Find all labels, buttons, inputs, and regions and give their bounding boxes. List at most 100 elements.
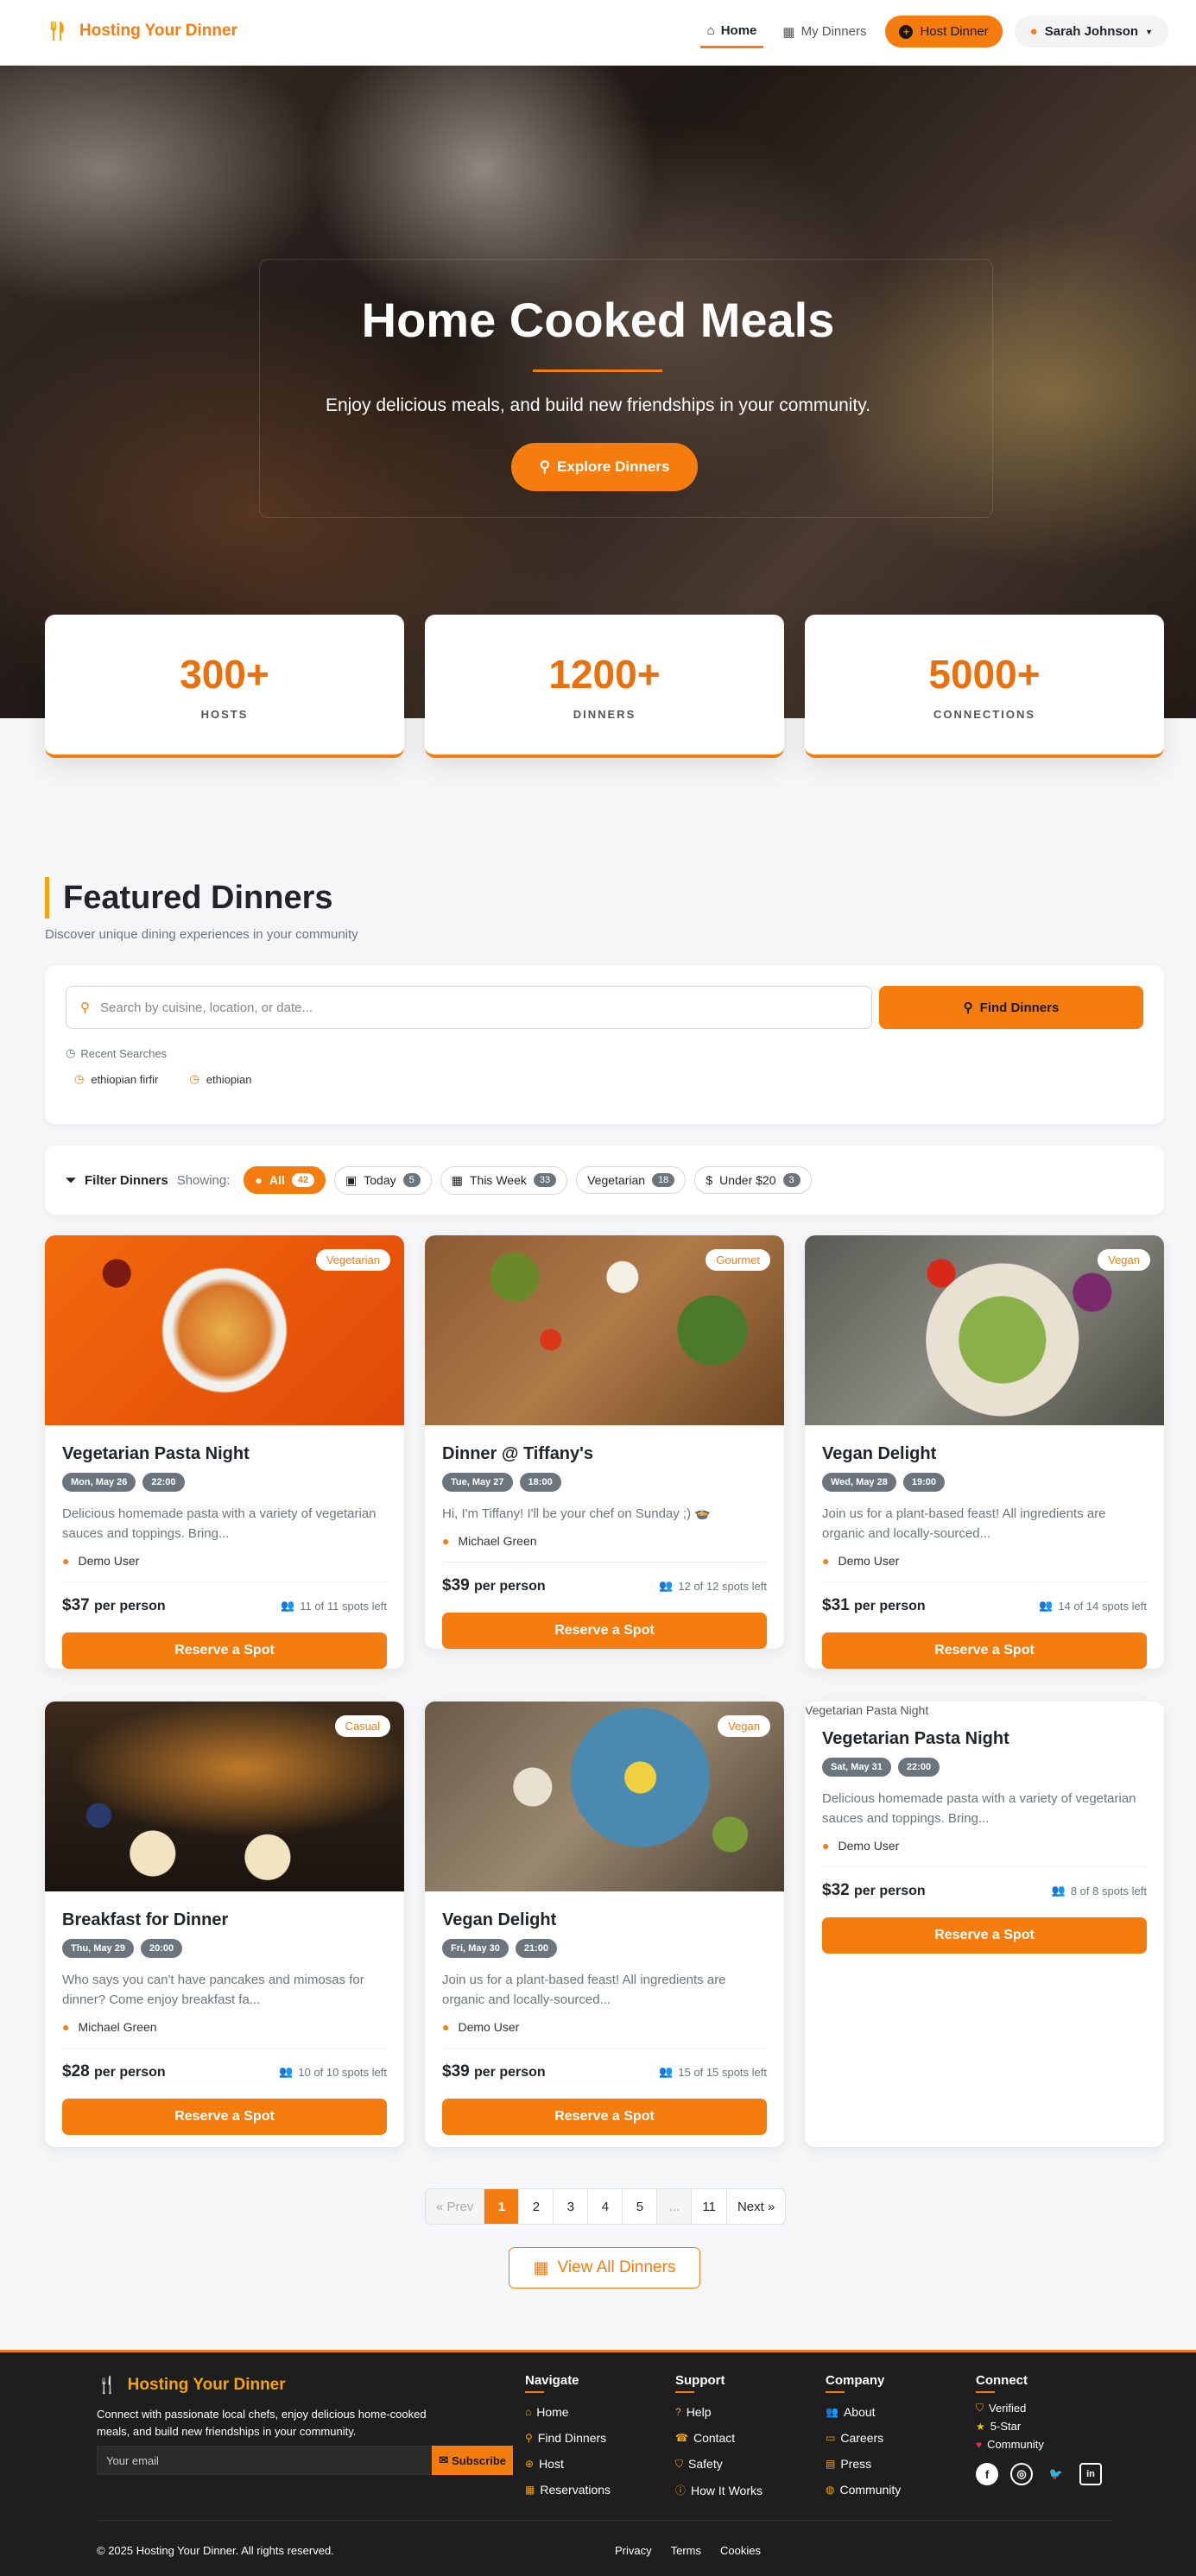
spots-text: 12 of 12 spots left (678, 1579, 767, 1593)
page-link[interactable]: 2 (519, 2189, 554, 2224)
filter-title-text: Filter Dinners (85, 1172, 168, 1188)
host-info: ● Demo User (822, 1839, 1147, 1853)
reserve-button[interactable]: Reserve a Spot (822, 1917, 1147, 1954)
dinner-title[interactable]: Vegan Delight (822, 1444, 1147, 1464)
price-amount: $28 (62, 2062, 90, 2080)
reserve-button[interactable]: Reserve a Spot (62, 2099, 387, 2135)
footer-link[interactable]: ⌂ Home (525, 2405, 611, 2419)
prev-page-button[interactable]: « Prev (426, 2189, 485, 2224)
reserve-button[interactable]: Reserve a Spot (62, 1632, 387, 1669)
host-info: ● Demo User (442, 2020, 767, 2034)
explore-dinners-button[interactable]: ⚲ Explore Dinners (511, 443, 698, 491)
dinner-card: Vegetarian Vegetarian Pasta Night Mon, M… (45, 1235, 404, 1669)
utensils-icon: 🍴 (97, 2377, 117, 2395)
category-tag: Gourmet (706, 1249, 770, 1271)
price: $28 per person (62, 2062, 166, 2081)
host-dinner-label: Host Dinner (920, 24, 989, 39)
dinner-title[interactable]: Dinner @ Tiffany's (442, 1444, 767, 1464)
reserve-button[interactable]: Reserve a Spot (442, 1613, 767, 1649)
privacy-link[interactable]: Privacy (615, 2544, 652, 2557)
dinner-title[interactable]: Vegetarian Pasta Night (62, 1444, 387, 1464)
find-dinners-label: Find Dinners (979, 1000, 1060, 1015)
price-unit: per person (473, 2065, 546, 2080)
footer-link[interactable]: ▤ Press (826, 2457, 901, 2471)
chip-label: Today (364, 1173, 396, 1187)
user-circle-icon: ● (62, 2020, 70, 2034)
chip-label: Under $20 (719, 1173, 776, 1187)
page-link[interactable]: 11 (692, 2189, 727, 2224)
price-unit: per person (853, 1599, 926, 1613)
nav-home[interactable]: ⌂ Home (699, 15, 764, 48)
globe-icon: ◍ (826, 2484, 835, 2496)
star-icon: ★ (976, 2420, 985, 2433)
subscribe-button[interactable]: ✉ Subscribe (432, 2446, 513, 2475)
page-link[interactable]: 4 (588, 2189, 623, 2224)
view-all-dinners-button[interactable]: ▦ View All Dinners (509, 2247, 700, 2289)
reserve-button[interactable]: Reserve a Spot (822, 1632, 1147, 1669)
dinner-title[interactable]: Vegan Delight (442, 1910, 767, 1930)
reserve-button[interactable]: Reserve a Spot (442, 2099, 767, 2135)
facebook-icon[interactable]: f (976, 2463, 998, 2485)
footer-link[interactable]: ⓘ How It Works (675, 2483, 763, 2497)
footer-description: Connect with passionate local chefs, enj… (97, 2408, 427, 2438)
footer-link[interactable]: 👥 About (826, 2405, 901, 2419)
nav-my-dinners[interactable]: ▦ My Dinners (775, 16, 873, 48)
navbar: Hosting Your Dinner ⌂ Home ▦ My Dinners + H… (0, 0, 1196, 66)
briefcase-icon: ▭ (826, 2432, 836, 2444)
footer-link[interactable]: ☎ Contact (675, 2431, 763, 2445)
page-link[interactable]: 3 (554, 2189, 589, 2224)
cookies-link[interactable]: Cookies (720, 2544, 761, 2557)
filter-chip-vegetarian[interactable]: Vegetarian 18 (576, 1166, 687, 1194)
price: $39 per person (442, 1576, 546, 1595)
recent-search-item[interactable]: ◷ ethiopian firfir (74, 1072, 158, 1086)
footer-link-text: Careers (840, 2431, 884, 2445)
footer-link-text: Reservations (540, 2483, 611, 2497)
user-circle-icon: ● (442, 2020, 450, 2034)
newspaper-icon: ▤ (826, 2458, 836, 2470)
plus-icon: ⊕ (525, 2458, 535, 2470)
dinner-title[interactable]: Vegetarian Pasta Night (822, 1729, 1147, 1749)
vegan-platter-image: Vegan (425, 1702, 784, 1891)
filter-chip-all[interactable]: ● All 42 (244, 1166, 326, 1194)
price: $39 per person (442, 2062, 546, 2081)
price-unit: per person (473, 1579, 546, 1594)
search-input[interactable]: ⚲ Search by cuisine, location, or date... (66, 986, 872, 1029)
date-badge: Sat, May 31 (822, 1758, 891, 1777)
terms-link[interactable]: Terms (671, 2544, 701, 2557)
filter-chip-today[interactable]: ▣ Today 5 (334, 1165, 432, 1195)
footer-link[interactable]: ? Help (675, 2405, 763, 2419)
twitter-icon[interactable]: 🐦 (1045, 2463, 1067, 2485)
next-page-button[interactable]: Next » (727, 2189, 785, 2224)
footer-link[interactable]: ⚲ Find Dinners (525, 2431, 611, 2445)
users-icon: 👥 (659, 1579, 674, 1592)
user-menu-dropdown[interactable]: ● Sarah Johnson ▼ (1014, 16, 1168, 47)
footer-link[interactable]: ⊕ Host (525, 2457, 611, 2471)
footer-link[interactable]: ⛉ Safety (675, 2457, 763, 2471)
time-badge: 21:00 (515, 1939, 557, 1958)
find-dinners-button[interactable]: ⚲ Find Dinners (879, 986, 1143, 1029)
email-input[interactable]: Your email (97, 2446, 433, 2475)
filter-chip-this-week[interactable]: ▦ This Week 33 (440, 1165, 568, 1195)
instagram-icon[interactable]: ◎ (1010, 2463, 1033, 2485)
page-link[interactable]: 5 (623, 2189, 658, 2224)
grid-icon: ▦ (533, 2258, 549, 2277)
footer-link[interactable]: ▭ Careers (826, 2431, 901, 2445)
spots-text: 10 of 10 spots left (298, 2065, 387, 2079)
recent-search-item[interactable]: ◷ ethiopian (189, 1072, 251, 1086)
footer-link[interactable]: ◍ Community (826, 2483, 901, 2497)
linkedin-icon[interactable]: in (1079, 2463, 1102, 2485)
brand-link[interactable]: Hosting Your Dinner (48, 21, 237, 41)
dinner-description: Join us for a plant-based feast! All ing… (822, 1506, 1106, 1541)
nav-my-dinners-label: My Dinners (800, 24, 867, 39)
time-badge: 19:00 (902, 1473, 945, 1492)
footer-link[interactable]: ▦ Reservations (525, 2483, 611, 2497)
dinner-title[interactable]: Breakfast for Dinner (62, 1910, 387, 1930)
page-link[interactable]: 1 (484, 2189, 520, 2224)
footer-company: Company 👥 About ▭ Careers ▤ Press ◍ Communit… (826, 2373, 901, 2497)
footer-brand[interactable]: 🍴 Hosting Your Dinner (97, 2375, 286, 2396)
caret-down-icon: ▼ (1145, 27, 1153, 36)
host-dinner-button[interactable]: + Host Dinner (885, 16, 1003, 47)
host-name: Demo User (838, 1839, 900, 1853)
filter-chip-under-20[interactable]: $ Under $20 3 (694, 1166, 812, 1194)
footer-heading: Navigate (525, 2373, 611, 2393)
